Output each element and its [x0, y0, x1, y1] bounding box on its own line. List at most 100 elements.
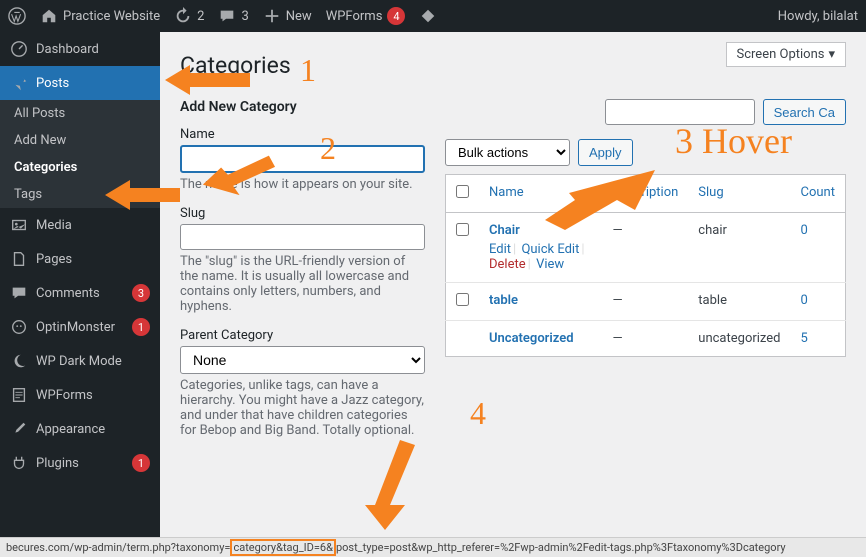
delete-link[interactable]: Delete [489, 257, 526, 272]
status-post: post_type=post&wp_http_referer=%2Fwp-adm… [336, 541, 786, 554]
brush-icon [10, 420, 28, 438]
cell-desc: — [602, 321, 688, 357]
count-link[interactable]: 5 [801, 331, 808, 346]
menu-label: Pages [36, 252, 72, 267]
form-icon [10, 386, 28, 404]
diamond-link[interactable] [419, 7, 437, 25]
annotation-number-1: 1 [300, 52, 316, 89]
annotation-number-2: 2 [320, 130, 336, 167]
col-count[interactable]: Count [801, 185, 835, 200]
edit-link[interactable]: Edit [489, 242, 511, 257]
dashboard-icon [10, 40, 28, 58]
row-checkbox[interactable] [456, 293, 469, 306]
browser-statusbar: becures.com/wp-admin/term.php?taxonomy=c… [0, 537, 866, 557]
chevron-down-icon: ▾ [828, 47, 835, 62]
plug-icon [10, 454, 28, 472]
count-link[interactable]: 0 [801, 293, 808, 308]
diamond-icon [419, 7, 437, 25]
count-link[interactable]: 0 [801, 223, 808, 238]
table-row: Chair Edit| Quick Edit| Delete| View — c… [446, 213, 846, 283]
howdy-text: Howdy, bilalat [778, 9, 858, 24]
submenu-tags[interactable]: Tags [0, 181, 160, 208]
menu-label: Posts [36, 76, 69, 91]
admin-sidebar: Dashboard Posts All Posts Add New Catego… [0, 32, 160, 557]
parent-help: Categories, unlike tags, can have a hier… [180, 378, 425, 438]
apply-button[interactable]: Apply [578, 139, 633, 166]
menu-label: OptinMonster [36, 320, 115, 335]
cell-slug: table [688, 283, 790, 321]
pin-icon [10, 74, 28, 92]
cell-desc: — [602, 213, 688, 283]
categories-table: Name Description Slug Count Chair Edit| [445, 174, 846, 357]
form-heading: Add New Category [180, 99, 425, 115]
menu-plugins[interactable]: Plugins 1 [0, 446, 160, 480]
add-category-form: Add New Category Name The name is how it… [180, 99, 425, 452]
plugins-badge: 1 [132, 454, 150, 472]
category-name-link[interactable]: Uncategorized [489, 331, 574, 346]
col-slug[interactable]: Slug [698, 185, 723, 200]
menu-label: Dashboard [36, 42, 99, 57]
submenu-add-new[interactable]: Add New [0, 127, 160, 154]
menu-label: WPForms [36, 388, 93, 403]
select-all-checkbox[interactable] [456, 185, 469, 198]
home-icon [40, 7, 58, 25]
menu-optinmonster[interactable]: OptinMonster 1 [0, 310, 160, 344]
comments-link[interactable]: 3 [218, 7, 248, 25]
menu-pages[interactable]: Pages [0, 242, 160, 276]
media-icon [10, 216, 28, 234]
status-pre: becures.com/wp-admin/term.php?taxonomy= [6, 541, 230, 554]
wpforms-link[interactable]: WPForms 4 [326, 7, 406, 25]
screen-options-button[interactable]: Screen Options ▾ [726, 42, 847, 67]
menu-label: Media [36, 218, 72, 233]
wp-logo[interactable] [8, 7, 26, 25]
slug-help: The "slug" is the URL-friendly version o… [180, 254, 425, 314]
table-row: Uncategorized — uncategorized 5 [446, 321, 846, 357]
parent-label: Parent Category [180, 328, 425, 343]
row-checkbox[interactable] [456, 223, 469, 236]
comments-badge: 3 [132, 284, 150, 302]
col-name[interactable]: Name [489, 185, 524, 200]
comment-icon [10, 284, 28, 302]
category-name-link[interactable]: Chair [489, 223, 520, 238]
bulk-actions-select[interactable]: Bulk actions [445, 139, 570, 166]
menu-dashboard[interactable]: Dashboard [0, 32, 160, 66]
new-label: New [286, 9, 312, 24]
screen-options-label: Screen Options [737, 47, 825, 62]
update-icon [174, 7, 192, 25]
menu-label: Appearance [36, 422, 105, 437]
menu-media[interactable]: Media [0, 208, 160, 242]
menu-comments[interactable]: Comments 3 [0, 276, 160, 310]
name-label: Name [180, 127, 425, 142]
comment-icon [218, 7, 236, 25]
optin-badge: 1 [132, 318, 150, 336]
slug-label: Slug [180, 206, 425, 221]
cell-slug: uncategorized [688, 321, 790, 357]
main-content: Screen Options ▾ Categories Add New Cate… [160, 32, 866, 537]
submenu-all-posts[interactable]: All Posts [0, 100, 160, 127]
quick-edit-link[interactable]: Quick Edit [521, 242, 579, 257]
category-name-link[interactable]: table [489, 293, 518, 308]
view-link[interactable]: View [536, 257, 564, 272]
submenu-categories[interactable]: Categories [0, 154, 160, 181]
admin-bar: Practice Website 2 3 New WPForms 4 Howdy… [0, 0, 866, 32]
pages-icon [10, 250, 28, 268]
parent-select[interactable]: None [180, 346, 425, 374]
menu-wpforms[interactable]: WPForms [0, 378, 160, 412]
cell-slug: chair [688, 213, 790, 283]
slug-input[interactable] [180, 224, 425, 250]
cell-desc: — [602, 283, 688, 321]
site-name-link[interactable]: Practice Website [40, 7, 160, 25]
updates-count: 2 [197, 9, 204, 24]
status-highlight: category&tag_ID=6& [230, 539, 336, 556]
menu-label: Plugins [36, 456, 79, 471]
wpforms-badge: 4 [387, 7, 405, 25]
updates-link[interactable]: 2 [174, 7, 204, 25]
howdy-link[interactable]: Howdy, bilalat [778, 9, 858, 24]
col-desc[interactable]: Description [612, 185, 678, 200]
site-name: Practice Website [63, 9, 160, 24]
name-input[interactable] [180, 145, 425, 173]
menu-appearance[interactable]: Appearance [0, 412, 160, 446]
menu-posts[interactable]: Posts [0, 66, 160, 100]
new-link[interactable]: New [263, 7, 312, 25]
menu-wpdark[interactable]: WP Dark Mode [0, 344, 160, 378]
